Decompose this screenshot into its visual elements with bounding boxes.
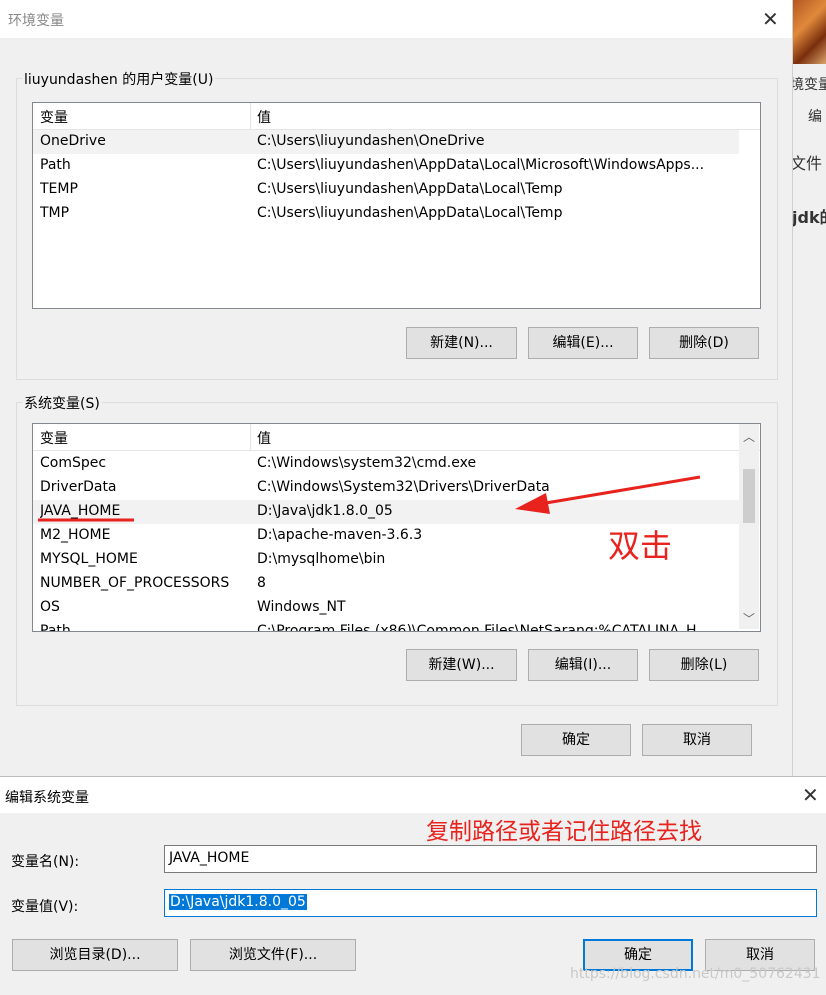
copy-path-annotation: 复制路径或者记住路径去找: [426, 819, 702, 845]
edit-system-variable-dialog: 编辑系统变量 ✕ 变量名(N): JAVA_HOME 变量值(V): D:\Ja…: [0, 776, 826, 995]
variable-name-text: JAVA_HOME: [169, 850, 250, 866]
close-icon[interactable]: ✕: [802, 785, 819, 805]
browse-directory-button[interactable]: 浏览目录(D)...: [12, 939, 178, 971]
double-click-annotation: 双击: [608, 527, 673, 565]
dialog-title: 编辑系统变量: [5, 790, 89, 806]
watermark: https://blog.csdn.net/m0_50762431: [570, 966, 821, 982]
variable-value-text: D:\Java\jdk1.8.0_05: [169, 894, 307, 910]
variable-name-label: 变量名(N):: [11, 854, 80, 870]
variable-value-label: 变量值(V):: [11, 899, 79, 915]
arrow-head-icon: [515, 493, 550, 514]
arrow-line: [539, 475, 701, 506]
browse-file-button[interactable]: 浏览文件(F)...: [190, 939, 356, 971]
variable-name-field[interactable]: JAVA_HOME: [164, 845, 817, 873]
variable-value-field[interactable]: D:\Java\jdk1.8.0_05: [164, 889, 817, 917]
title-bar: 编辑系统变量 ✕: [0, 777, 826, 813]
